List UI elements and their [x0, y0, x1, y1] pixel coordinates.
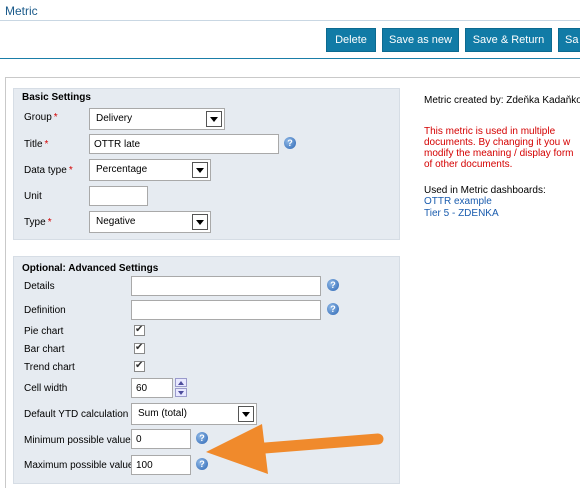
title-label: Title * — [24, 139, 49, 150]
basic-settings-title: Basic Settings — [22, 92, 91, 103]
unit-label: Unit — [24, 191, 42, 202]
usage-warning: This metric is used in multiple document… — [424, 126, 574, 170]
cell-width-stepper[interactable] — [175, 378, 188, 398]
chevron-down-icon[interactable] — [206, 111, 222, 127]
toolbar-divider — [0, 58, 580, 59]
warning-line: of other documents. — [424, 159, 513, 170]
metric-created-by: Metric created by: Zdeňka Kadaňková — [424, 95, 580, 106]
advanced-settings-title: Optional: Advanced Settings — [22, 263, 159, 274]
details-label: Details — [24, 281, 55, 292]
save-as-new-button[interactable]: Save as new — [382, 28, 459, 52]
page-title: Metric — [5, 4, 38, 18]
cell-width-input[interactable] — [131, 378, 173, 398]
stepper-up-icon[interactable] — [175, 378, 187, 387]
definition-input[interactable] — [131, 300, 321, 320]
help-icon[interactable]: ? — [196, 432, 208, 444]
advanced-settings-panel: Optional: Advanced Settings Details ? De… — [13, 256, 400, 484]
min-value-input[interactable] — [131, 429, 191, 449]
details-input[interactable] — [131, 276, 321, 296]
warning-line: This metric is used in multiple — [424, 126, 556, 137]
warning-line: documents. By changing it you w — [424, 137, 571, 148]
unit-input[interactable] — [89, 186, 148, 206]
min-value-label: Minimum possible value — [24, 435, 131, 446]
chevron-down-icon[interactable] — [192, 162, 208, 178]
bar-chart-label: Bar chart — [24, 344, 65, 355]
chevron-down-icon[interactable] — [238, 406, 254, 422]
help-icon[interactable]: ? — [327, 303, 339, 315]
group-select[interactable]: Delivery — [89, 108, 225, 130]
datatype-select[interactable]: Percentage — [89, 159, 211, 181]
stepper-down-icon[interactable] — [175, 388, 187, 397]
basic-settings-panel: Basic Settings Group* Delivery Title* ? … — [13, 88, 400, 240]
max-value-input[interactable] — [131, 455, 191, 475]
save-return-button[interactable]: Save & Return — [465, 28, 552, 52]
help-icon[interactable]: ? — [196, 458, 208, 470]
help-icon[interactable]: ? — [284, 137, 296, 149]
trend-chart-label: Trend chart — [24, 362, 75, 373]
cell-width-label: Cell width — [24, 383, 68, 394]
max-value-label: Maximum possible value — [24, 460, 134, 471]
definition-label: Definition — [24, 305, 66, 316]
ytd-label: Default YTD calculation — [24, 409, 129, 420]
save-button[interactable]: Sa — [558, 28, 580, 52]
header-divider — [0, 20, 580, 21]
delete-button[interactable]: Delete — [326, 28, 376, 52]
dashboard-link[interactable]: OTTR example — [424, 196, 492, 207]
warning-line: modify the meaning / display form — [424, 148, 574, 159]
bar-chart-checkbox[interactable] — [134, 342, 145, 354]
chevron-down-icon[interactable] — [192, 214, 208, 230]
pie-chart-checkbox[interactable] — [134, 324, 145, 336]
type-label: Type * — [24, 217, 52, 228]
group-label: Group * — [24, 112, 58, 123]
dashboards-heading: Used in Metric dashboards: — [424, 185, 546, 196]
trend-chart-checkbox[interactable] — [134, 360, 145, 372]
pie-chart-label: Pie chart — [24, 326, 64, 337]
help-icon[interactable]: ? — [327, 279, 339, 291]
title-input[interactable] — [89, 134, 279, 154]
datatype-label: Data type * — [24, 165, 73, 176]
ytd-select[interactable]: Sum (total) — [131, 403, 257, 425]
dashboard-link[interactable]: Tier 5 - ZDENKA — [424, 208, 499, 219]
type-select[interactable]: Negative — [89, 211, 211, 233]
